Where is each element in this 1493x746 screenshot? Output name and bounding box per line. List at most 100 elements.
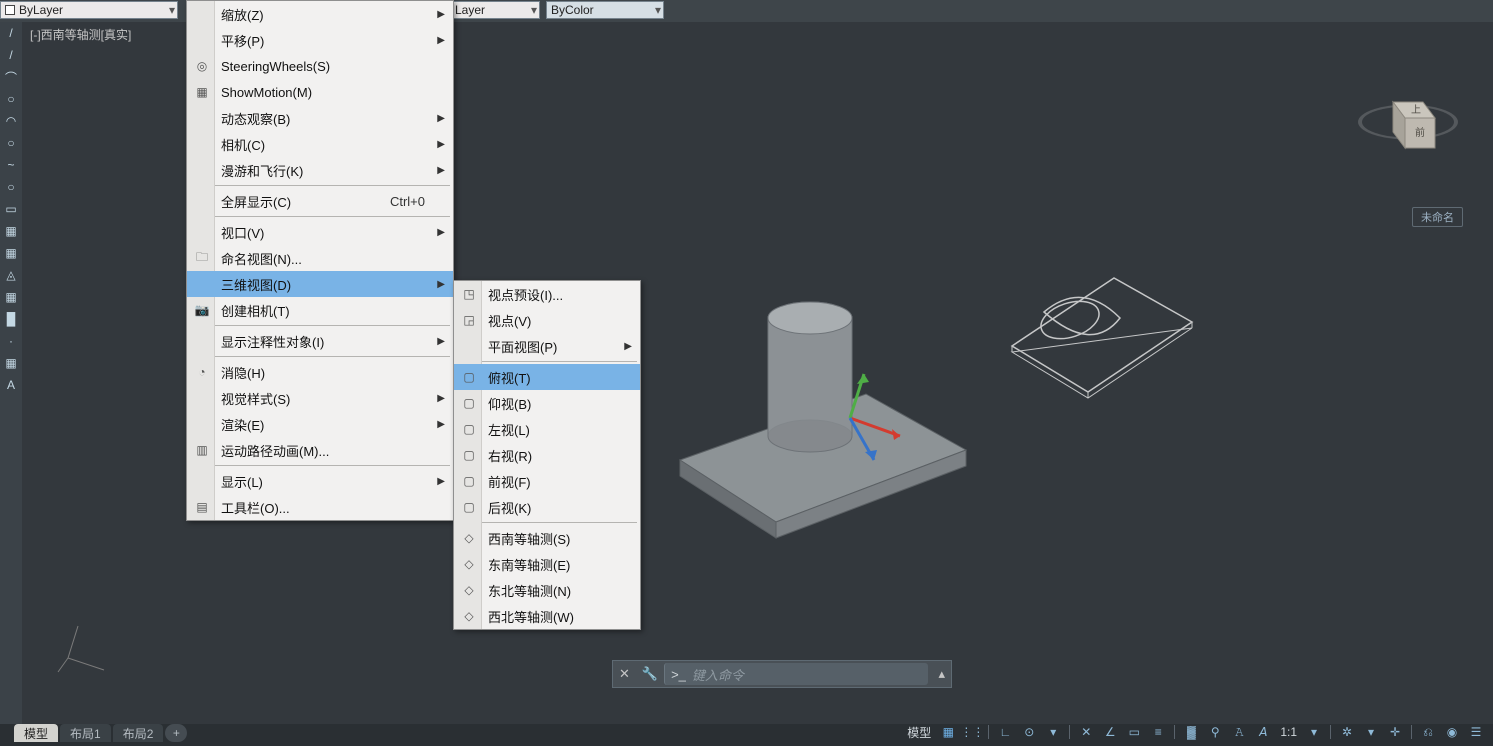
menu-item[interactable]: 动态观察(B)▶: [187, 105, 453, 131]
menu-item-label: 创建相机(T): [221, 301, 290, 320]
viewcube-svg[interactable]: 上 前: [1353, 82, 1463, 192]
menu-item[interactable]: 视口(V)▶: [187, 219, 453, 245]
menu-item[interactable]: ▢后视(K): [454, 494, 640, 520]
menu-item-icon: ◔: [193, 363, 211, 381]
menu-item-label: SteeringWheels(S): [221, 59, 330, 74]
menu-item[interactable]: ◎SteeringWheels(S): [187, 53, 453, 79]
anno-scale[interactable]: 1:1: [1276, 722, 1301, 742]
menu-item[interactable]: ▢前视(F): [454, 468, 640, 494]
draw-tool-3[interactable]: ○: [0, 88, 22, 110]
menu-item[interactable]: ▢仰视(B): [454, 390, 640, 416]
polar-dd-icon[interactable]: ▾: [1042, 722, 1064, 742]
menu-item[interactable]: ▢左视(L): [454, 416, 640, 442]
ortho-icon[interactable]: ∟: [994, 722, 1016, 742]
submenu-arrow-icon: ▶: [437, 139, 445, 150]
draw-tool-8[interactable]: ▭: [0, 198, 22, 220]
menu-item[interactable]: 渲染(E)▶: [187, 411, 453, 437]
menu-item[interactable]: ◇西北等轴测(W): [454, 603, 640, 629]
osnap-icon[interactable]: ✕: [1075, 722, 1097, 742]
menu-item[interactable]: 平移(P)▶: [187, 27, 453, 53]
menu-item[interactable]: 缩放(Z)▶: [187, 1, 453, 27]
draw-tool-11[interactable]: ◬: [0, 264, 22, 286]
command-line[interactable]: ✕ 🔧 >_ 键入命令 ▴: [612, 660, 952, 688]
viewport-label[interactable]: [-]西南等轴测[真实]: [30, 26, 131, 43]
3d-views-submenu[interactable]: ◳视点预设(I)...◲视点(V)平面视图(P)▶ ▢俯视(T)▢仰视(B)▢左视…: [453, 280, 641, 630]
draw-tool-6[interactable]: ~: [0, 154, 22, 176]
menu-item[interactable]: ◲视点(V): [454, 307, 640, 333]
anno-icon[interactable]: ⚲: [1204, 722, 1226, 742]
menu-item[interactable]: ▢右视(R): [454, 442, 640, 468]
ucs-name-chip[interactable]: 未命名: [1412, 207, 1463, 227]
menu-item[interactable]: 视觉样式(S)▶: [187, 385, 453, 411]
track-icon[interactable]: ∠: [1099, 722, 1121, 742]
menu-item-icon: ▢: [460, 472, 478, 490]
anno3-icon[interactable]: 𝘈: [1252, 722, 1274, 742]
menu-item[interactable]: 相机(C)▶: [187, 131, 453, 157]
menu-item[interactable]: 📷创建相机(T): [187, 297, 453, 323]
menu-item[interactable]: ◇东北等轴测(N): [454, 577, 640, 603]
gear-icon[interactable]: ✲: [1336, 722, 1358, 742]
grid-icon[interactable]: ▦: [937, 722, 959, 742]
menu-item[interactable]: 🗀命名视图(N)...: [187, 245, 453, 271]
dyn-icon[interactable]: ▭: [1123, 722, 1145, 742]
menu-item[interactable]: 平面视图(P)▶: [454, 333, 640, 359]
linetype-dropdown[interactable]: ByLayer ▾: [0, 1, 178, 19]
menu-item-icon: ◇: [460, 555, 478, 573]
lineweight-icon[interactable]: ≡: [1147, 722, 1169, 742]
hw-icon[interactable]: ◉: [1441, 722, 1463, 742]
draw-tool-7[interactable]: ○: [0, 176, 22, 198]
menu-item-label: 视觉样式(S): [221, 389, 290, 408]
command-input[interactable]: >_ 键入命令: [664, 663, 928, 685]
iso-icon[interactable]: ⎌: [1417, 722, 1439, 742]
menu-item[interactable]: ▦ShowMotion(M): [187, 79, 453, 105]
menu-item[interactable]: ▤工具栏(O)...: [187, 494, 453, 520]
view-cube[interactable]: 上 前: [1353, 82, 1463, 192]
close-icon[interactable]: ✕: [613, 666, 636, 682]
layer-dropdown[interactable]: Layer ▾: [450, 1, 540, 19]
menu-item[interactable]: 三维视图(D)▶: [187, 271, 453, 297]
draw-tool-2[interactable]: ⌒: [0, 66, 22, 88]
plus-icon[interactable]: ✛: [1384, 722, 1406, 742]
gear-dd-icon[interactable]: ▾: [1360, 722, 1382, 742]
menu-separator: [190, 216, 450, 217]
draw-tool-4[interactable]: ◠: [0, 110, 22, 132]
menu-item[interactable]: 全屏显示(C)Ctrl+0: [187, 188, 453, 214]
menu-item[interactable]: ◔消隐(H): [187, 359, 453, 385]
tab-layout2[interactable]: 布局2: [113, 724, 164, 742]
transparency-icon[interactable]: ▓: [1180, 722, 1202, 742]
menu-item[interactable]: ◇西南等轴测(S): [454, 525, 640, 551]
draw-tool-5[interactable]: ○: [0, 132, 22, 154]
wrench-icon[interactable]: 🔧: [636, 666, 664, 682]
menu-item[interactable]: 显示注释性对象(I)▶: [187, 328, 453, 354]
menu-item[interactable]: ▥运动路径动画(M)...: [187, 437, 453, 463]
polar-icon[interactable]: ⊙: [1018, 722, 1040, 742]
expand-up-icon[interactable]: ▴: [932, 666, 951, 682]
draw-tool-12[interactable]: ▦: [0, 286, 22, 308]
status-model-button[interactable]: 模型: [903, 722, 935, 742]
draw-tool-16[interactable]: A: [0, 374, 22, 396]
menu-item[interactable]: 显示(L)▶: [187, 468, 453, 494]
draw-tool-13[interactable]: █: [0, 308, 22, 330]
snap-icon[interactable]: ⋮⋮: [961, 722, 983, 742]
menu-item-label: 缩放(Z): [221, 5, 264, 24]
tab-model[interactable]: 模型: [14, 724, 58, 742]
view-menu[interactable]: 缩放(Z)▶平移(P)▶◎SteeringWheels(S)▦ShowMotio…: [186, 0, 454, 521]
menu-item[interactable]: ▢俯视(T): [454, 364, 640, 390]
anno-dd-icon[interactable]: ▾: [1303, 722, 1325, 742]
draw-tool-15[interactable]: ▦: [0, 352, 22, 374]
draw-tool-10[interactable]: ▦: [0, 242, 22, 264]
draw-tool-1[interactable]: /: [0, 44, 22, 66]
anno2-icon[interactable]: 𝙰: [1228, 722, 1250, 742]
menu-item-label: 西北等轴测(W): [488, 607, 574, 626]
menu-item[interactable]: ◇东南等轴测(E): [454, 551, 640, 577]
customize-icon[interactable]: ☰: [1465, 722, 1487, 742]
draw-tool-0[interactable]: /: [0, 22, 22, 44]
draw-tool-14[interactable]: ·: [0, 330, 22, 352]
tab-add[interactable]: +: [165, 724, 187, 742]
plotstyle-dropdown[interactable]: ByColor ▾: [546, 1, 664, 19]
menu-item[interactable]: 漫游和飞行(K)▶: [187, 157, 453, 183]
tab-layout1[interactable]: 布局1: [60, 724, 111, 742]
menu-item[interactable]: ◳视点预设(I)...: [454, 281, 640, 307]
linetype-value: ByLayer: [19, 3, 63, 17]
draw-tool-9[interactable]: ▦: [0, 220, 22, 242]
